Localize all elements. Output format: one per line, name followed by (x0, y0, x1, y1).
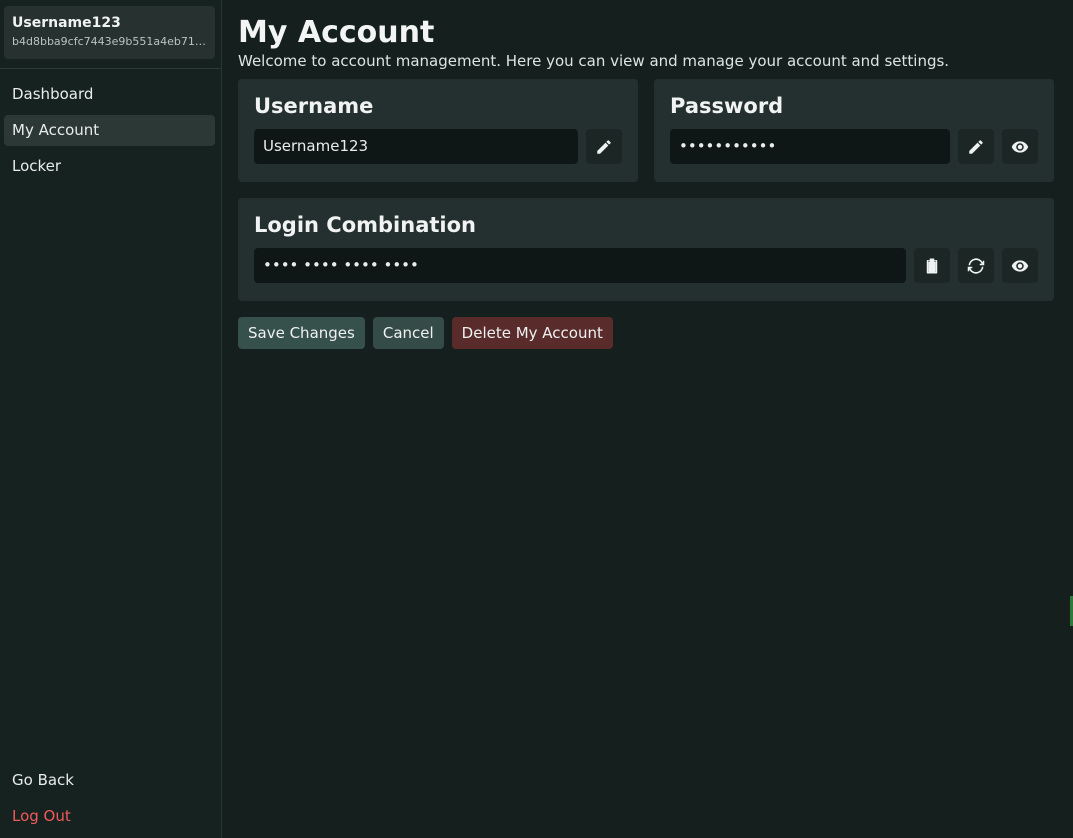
sidebar-item-my-account[interactable]: My Account (4, 115, 215, 146)
sidebar-divider (0, 68, 221, 69)
password-input[interactable] (670, 129, 950, 164)
refresh-icon (967, 257, 985, 274)
show-combination-button[interactable] (1002, 248, 1038, 283)
sidebar-nav: Dashboard My Account Locker (4, 79, 215, 182)
eye-icon (1011, 259, 1029, 272)
username-input[interactable] (254, 129, 578, 164)
login-combination-field-row (254, 248, 1038, 283)
edit-password-button[interactable] (958, 129, 994, 164)
pencil-icon (969, 139, 983, 154)
password-card-title: Password (670, 94, 784, 118)
user-hash: b4d8bba9cfc7443e9b551a4eb71ab2... (12, 35, 207, 48)
login-combination-card: Login Combination (238, 198, 1054, 301)
password-field-row (670, 129, 1038, 164)
username-field-row (254, 129, 622, 164)
account-actions: Save Changes Cancel Delete My Account (238, 317, 1054, 349)
user-card[interactable]: Username123 b4d8bba9cfc7443e9b551a4eb71a… (4, 6, 215, 59)
sidebar-item-dashboard[interactable]: Dashboard (4, 79, 215, 110)
go-back-link[interactable]: Go Back (4, 765, 215, 796)
eye-icon (1011, 140, 1029, 153)
page-title: My Account (238, 15, 435, 50)
cancel-button[interactable]: Cancel (372, 317, 444, 349)
clipboard-icon (926, 258, 938, 273)
page-description: Welcome to account management. Here you … (238, 52, 950, 70)
regenerate-combination-button[interactable] (958, 248, 994, 283)
app-window: Username123 b4d8bba9cfc7443e9b551a4eb71a… (0, 0, 1073, 838)
login-combination-input[interactable] (254, 248, 906, 283)
delete-account-button[interactable]: Delete My Account (451, 317, 613, 349)
save-changes-button[interactable]: Save Changes (238, 317, 365, 349)
copy-combination-button[interactable] (914, 248, 950, 283)
user-name: Username123 (12, 15, 121, 31)
edit-username-button[interactable] (586, 129, 622, 164)
credentials-row: Username Password (238, 79, 1054, 182)
main-content: My Account Welcome to account management… (222, 0, 1073, 838)
username-card: Username (238, 79, 638, 182)
pencil-icon (597, 139, 611, 154)
show-password-button[interactable] (1002, 129, 1038, 164)
log-out-link[interactable]: Log Out (4, 801, 215, 832)
sidebar: Username123 b4d8bba9cfc7443e9b551a4eb71a… (0, 0, 222, 838)
sidebar-item-locker[interactable]: Locker (4, 151, 215, 182)
sidebar-bottom: Go Back Log Out (4, 765, 215, 832)
password-card: Password (654, 79, 1054, 182)
username-card-title: Username (254, 94, 374, 118)
login-combination-title: Login Combination (254, 213, 476, 237)
